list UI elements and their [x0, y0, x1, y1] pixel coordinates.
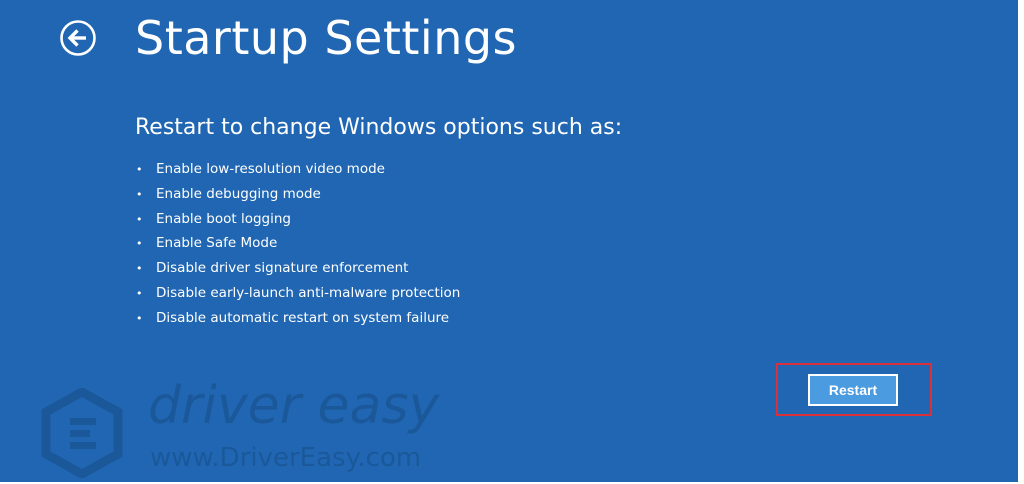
option-label: Enable low-resolution video mode: [156, 161, 385, 177]
list-item: • Disable driver signature enforcement: [136, 256, 460, 281]
bullet: •: [136, 212, 143, 226]
list-item: • Disable early-launch anti-malware prote…: [136, 281, 460, 306]
list-item: • Disable automatic restart on system fai…: [136, 306, 460, 331]
option-label: Enable Safe Mode: [156, 235, 278, 252]
option-label: Disable driver signature enforcement: [156, 260, 409, 277]
watermark: driver easy www.DriverEasy.com: [40, 376, 510, 480]
back-arrow-icon: [60, 20, 96, 56]
watermark-brand: driver easy: [148, 376, 440, 436]
startup-settings-screen: Startup Settings Restart to change Windo…: [0, 0, 1018, 482]
driver-easy-logo-icon: [40, 388, 124, 478]
option-label: Disable early-launch anti-malware protec…: [156, 284, 461, 301]
bullet: •: [136, 187, 143, 201]
list-item: • Enable boot logging: [136, 207, 460, 232]
option-label: Disable automatic restart on system fail…: [156, 309, 450, 326]
back-button[interactable]: [59, 19, 97, 57]
bullet: •: [136, 311, 143, 325]
page-subtitle: Restart to change Windows options such a…: [135, 115, 623, 140]
bullet: •: [136, 163, 143, 176]
bullet: •: [136, 286, 143, 300]
list-item: • Enable low-resolution video mode: [136, 157, 460, 182]
bullet: •: [136, 237, 143, 251]
list-item: • Enable Safe Mode: [136, 231, 460, 256]
bullet: •: [136, 262, 143, 276]
watermark-url: www.DriverEasy.com: [150, 443, 422, 473]
option-label: Enable boot logging: [156, 210, 291, 227]
option-label: Enable debugging mode: [156, 185, 321, 202]
startup-options-list: • Enable low-resolution video mode • Enabl…: [136, 157, 460, 331]
page-title: Startup Settings: [135, 11, 518, 65]
restart-button[interactable]: Restart: [808, 374, 898, 406]
list-item: • Enable debugging mode: [136, 182, 460, 207]
